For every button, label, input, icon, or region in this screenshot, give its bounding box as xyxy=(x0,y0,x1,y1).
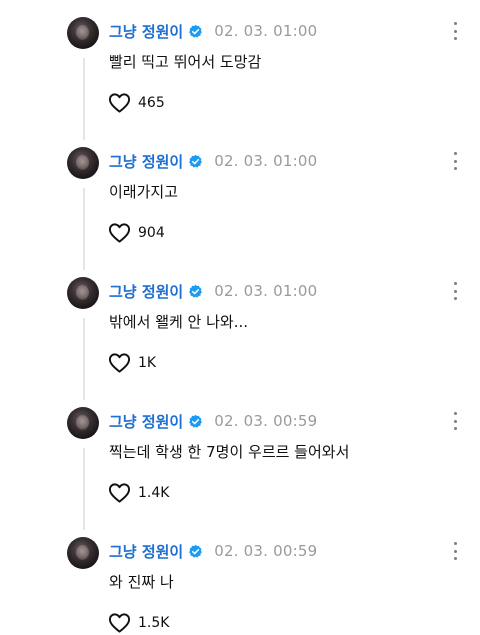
like-button[interactable]: 1K xyxy=(108,352,156,374)
verified-badge-icon xyxy=(189,544,203,558)
post-header: 그냥 정원이 02. 03. 00:59 xyxy=(109,410,317,432)
heart-icon[interactable] xyxy=(108,612,131,634)
like-count: 1K xyxy=(138,355,157,371)
author-name[interactable]: 그냥 정원이 xyxy=(109,541,183,562)
post-timestamp: 02. 03. 01:00 xyxy=(214,152,318,170)
heart-icon[interactable] xyxy=(108,222,131,244)
like-button[interactable]: 465 xyxy=(108,92,165,114)
avatar[interactable] xyxy=(67,17,99,49)
more-options-icon[interactable] xyxy=(452,412,458,430)
more-options-icon[interactable] xyxy=(452,152,458,170)
heart-icon[interactable] xyxy=(108,352,131,374)
post-header: 그냥 정원이 02. 03. 01:00 xyxy=(109,150,317,172)
post-header: 그냥 정원이 02. 03. 00:59 xyxy=(109,540,317,562)
post-text: 와 진짜 나 xyxy=(109,573,174,591)
thread-post[interactable]: 그냥 정원이 02. 03. 01:00 밖에서 왤케 안 나와... 1K xyxy=(0,262,480,392)
avatar[interactable] xyxy=(67,537,99,569)
heart-icon[interactable] xyxy=(108,482,131,504)
post-header: 그냥 정원이 02. 03. 01:00 xyxy=(109,280,317,302)
post-text: 이래가지고 xyxy=(109,183,179,201)
more-options-icon[interactable] xyxy=(452,542,458,560)
author-name[interactable]: 그냥 정원이 xyxy=(109,151,183,172)
like-count: 1.4K xyxy=(138,485,170,501)
like-button[interactable]: 1.5K xyxy=(108,612,169,634)
post-timestamp: 02. 03. 01:00 xyxy=(214,282,318,300)
more-options-icon[interactable] xyxy=(452,22,458,40)
post-text: 찍는데 학생 한 7명이 우르르 들어와서 xyxy=(109,443,350,461)
like-count: 1.5K xyxy=(138,615,170,631)
thread-post[interactable]: 그냥 정원이 02. 03. 01:00 이래가지고 904 xyxy=(0,132,480,262)
avatar[interactable] xyxy=(67,147,99,179)
more-options-icon[interactable] xyxy=(452,282,458,300)
verified-badge-icon xyxy=(189,284,203,298)
heart-icon[interactable] xyxy=(108,92,131,114)
verified-badge-icon xyxy=(189,24,203,38)
like-count: 904 xyxy=(138,225,165,241)
post-timestamp: 02. 03. 00:59 xyxy=(214,412,318,430)
thread-feed: 그냥 정원이 02. 03. 01:00 빨리 띡고 뛰어서 도망감 465 그… xyxy=(0,0,480,635)
thread-post[interactable]: 그냥 정원이 02. 03. 01:00 빨리 띡고 뛰어서 도망감 465 xyxy=(0,2,480,132)
author-name[interactable]: 그냥 정원이 xyxy=(109,281,183,302)
thread-post[interactable]: 그냥 정원이 02. 03. 00:59 찍는데 학생 한 7명이 우르르 들어… xyxy=(0,392,480,522)
post-timestamp: 02. 03. 00:59 xyxy=(214,542,318,560)
post-timestamp: 02. 03. 01:00 xyxy=(214,22,318,40)
verified-badge-icon xyxy=(189,154,203,168)
like-count: 465 xyxy=(138,95,165,111)
verified-badge-icon xyxy=(189,414,203,428)
author-name[interactable]: 그냥 정원이 xyxy=(109,411,183,432)
post-text: 밖에서 왤케 안 나와... xyxy=(109,313,249,331)
avatar[interactable] xyxy=(67,407,99,439)
avatar[interactable] xyxy=(67,277,99,309)
like-button[interactable]: 1.4K xyxy=(108,482,169,504)
post-text: 빨리 띡고 뛰어서 도망감 xyxy=(109,53,262,71)
like-button[interactable]: 904 xyxy=(108,222,165,244)
thread-post[interactable]: 그냥 정원이 02. 03. 00:59 와 진짜 나 1.5K xyxy=(0,522,480,635)
author-name[interactable]: 그냥 정원이 xyxy=(109,21,183,42)
post-header: 그냥 정원이 02. 03. 01:00 xyxy=(109,20,317,42)
